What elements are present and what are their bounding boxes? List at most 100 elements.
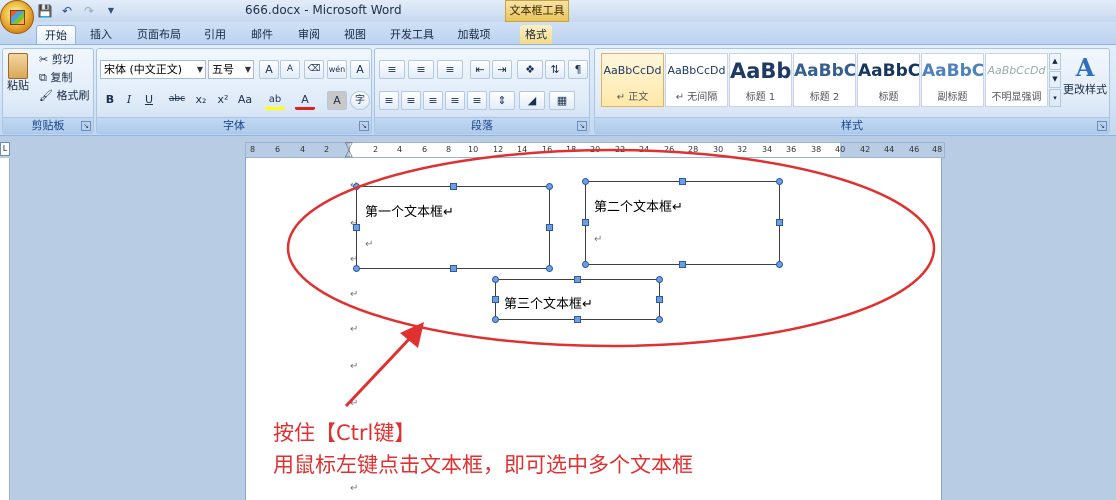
line-spacing-button[interactable]: ⇕	[489, 91, 515, 110]
superscript-button[interactable]: x²	[213, 91, 233, 110]
resize-handle[interactable]	[450, 183, 457, 190]
numbering-button[interactable]: ≡	[408, 60, 434, 79]
font-size-combo[interactable]: 五号 ▼	[208, 60, 254, 79]
enclose-character-button[interactable]: 字	[350, 91, 370, 110]
underline-button[interactable]: U	[139, 91, 159, 110]
style-title[interactable]: AaBbC 标题	[857, 53, 920, 107]
styles-more[interactable]: ▾	[1049, 89, 1061, 107]
redo-icon[interactable]: ↷	[80, 3, 98, 19]
indent-marker-icon[interactable]: ▽ △	[345, 142, 353, 159]
resize-handle[interactable]	[492, 296, 499, 303]
resize-handle[interactable]	[353, 265, 360, 272]
align-right-button[interactable]: ≡	[423, 91, 443, 110]
resize-handle[interactable]	[546, 265, 553, 272]
copy-button[interactable]: ⧉ 复制	[39, 69, 72, 87]
strikethrough-button[interactable]: abc	[167, 91, 187, 110]
tab-view[interactable]: 视图	[341, 25, 369, 44]
style-no-spacing[interactable]: AaBbCcDd ↵ 无间隔	[665, 53, 728, 107]
resize-handle[interactable]	[492, 276, 499, 283]
resize-handle[interactable]	[546, 224, 553, 231]
resize-handle[interactable]	[574, 316, 581, 323]
styles-scroll-down[interactable]: ▼	[1049, 71, 1061, 88]
style-subtitle[interactable]: AaBbC 副标题	[921, 53, 984, 107]
customize-qat-icon[interactable]: ▼	[102, 3, 120, 19]
tab-addins[interactable]: 加载项	[455, 25, 493, 44]
asian-layout-button[interactable]: ❖	[517, 60, 543, 79]
multilevel-list-button[interactable]: ≡	[437, 60, 463, 79]
font-color-button[interactable]: A	[295, 91, 315, 110]
style-subtle-emphasis[interactable]: AaBbCcDd 不明显强调	[985, 53, 1048, 107]
resize-handle[interactable]	[656, 296, 663, 303]
tab-review[interactable]: 审阅	[295, 25, 323, 44]
resize-handle[interactable]	[353, 224, 360, 231]
dialog-launcher-icon[interactable]: ↘	[81, 121, 91, 131]
character-border-button[interactable]: A	[350, 60, 370, 79]
cut-button[interactable]: ✂ 剪切	[39, 51, 74, 69]
resize-handle[interactable]	[546, 183, 553, 190]
shrink-font-button[interactable]: A	[280, 60, 300, 79]
text-box-2[interactable]: 第二个文本框↵ ↵	[582, 178, 783, 268]
resize-handle[interactable]	[656, 276, 663, 283]
subscript-button[interactable]: x₂	[191, 91, 211, 110]
dialog-launcher-icon[interactable]: ↘	[1097, 121, 1107, 131]
decrease-indent-button[interactable]: ⇤	[470, 60, 490, 79]
align-center-button[interactable]: ≡	[401, 91, 421, 110]
sort-button[interactable]: ⇅	[545, 60, 565, 79]
resize-handle[interactable]	[353, 183, 360, 190]
distributed-button[interactable]: ≡	[467, 91, 487, 110]
paragraph-group-label: 段落	[375, 117, 589, 133]
dialog-launcher-icon[interactable]: ↘	[577, 121, 587, 131]
office-button[interactable]	[0, 0, 34, 34]
italic-button[interactable]: I	[119, 91, 139, 110]
vertical-ruler[interactable]	[0, 158, 10, 500]
resize-handle[interactable]	[574, 276, 581, 283]
borders-button[interactable]: ▦	[549, 91, 575, 110]
tab-insert[interactable]: 插入	[86, 25, 116, 44]
resize-handle[interactable]	[582, 219, 589, 226]
tab-mailings[interactable]: 邮件	[248, 25, 276, 44]
resize-handle[interactable]	[679, 261, 686, 268]
grow-font-button[interactable]: A	[259, 60, 279, 79]
change-styles-button[interactable]: A 更改样式	[1063, 53, 1107, 113]
resize-handle[interactable]	[776, 261, 783, 268]
resize-handle[interactable]	[776, 178, 783, 185]
style-heading-2[interactable]: AaBbC 标题 2	[793, 53, 856, 107]
increase-indent-button[interactable]: ⇥	[492, 60, 512, 79]
font-name-combo[interactable]: 宋体 (中文正文) ▼	[100, 60, 206, 79]
text-box-3[interactable]: 第三个文本框↵	[492, 276, 663, 323]
styles-scroll-up[interactable]: ▲	[1049, 53, 1061, 70]
phonetic-guide-button[interactable]: wén	[327, 60, 347, 79]
format-painter-button[interactable]: 🖌 格式刷	[39, 87, 89, 105]
tab-developer[interactable]: 开发工具	[387, 25, 437, 44]
justify-button[interactable]: ≡	[445, 91, 465, 110]
bold-button[interactable]: B	[100, 91, 120, 110]
tab-page-layout[interactable]: 页面布局	[134, 25, 184, 44]
shading-button[interactable]: ◢	[519, 91, 545, 110]
resize-handle[interactable]	[776, 219, 783, 226]
character-shading-button[interactable]: A	[327, 91, 347, 110]
highlight-button[interactable]: ab	[265, 91, 285, 110]
tab-references[interactable]: 引用	[201, 25, 229, 44]
align-left-button[interactable]: ≡	[379, 91, 399, 110]
tab-selector[interactable]: L	[0, 142, 10, 156]
resize-handle[interactable]	[492, 316, 499, 323]
style-normal[interactable]: AaBbCcDd ↵ 正文	[601, 53, 664, 107]
bullets-button[interactable]: ≡	[379, 60, 405, 79]
clear-format-button[interactable]: ⌫	[304, 60, 324, 79]
style-heading-1[interactable]: AaBb 标题 1	[729, 53, 792, 107]
text-box-1[interactable]: 第一个文本框↵ ↵	[353, 183, 553, 272]
paste-button[interactable]: 粘贴	[6, 53, 30, 101]
resize-handle[interactable]	[582, 178, 589, 185]
resize-handle[interactable]	[582, 261, 589, 268]
change-case-button[interactable]: Aa	[235, 91, 255, 110]
undo-icon[interactable]: ↶	[58, 3, 76, 19]
horizontal-ruler[interactable]: 8 6 4 2 ▽ △ 2 4 6 8 10 12 14 16 18 20 22 …	[245, 142, 945, 159]
resize-handle[interactable]	[450, 265, 457, 272]
show-marks-button[interactable]: ¶	[568, 60, 588, 79]
save-icon[interactable]: 💾	[36, 3, 54, 19]
resize-handle[interactable]	[656, 316, 663, 323]
dialog-launcher-icon[interactable]: ↘	[359, 121, 369, 131]
tab-home[interactable]: 开始	[36, 25, 76, 44]
resize-handle[interactable]	[679, 178, 686, 185]
tab-format[interactable]: 格式	[520, 25, 552, 44]
